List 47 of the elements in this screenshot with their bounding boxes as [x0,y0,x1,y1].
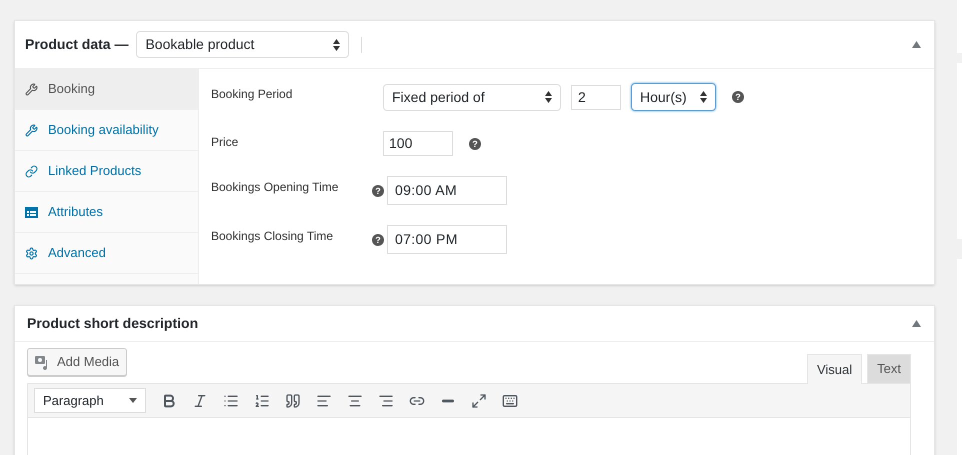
add-media-button[interactable]: Add Media [27,348,128,376]
fullscreen-icon[interactable] [471,392,487,408]
italic-icon[interactable] [192,392,208,408]
gear-icon [25,246,38,260]
help-tip[interactable]: ? [372,184,384,196]
help-tip[interactable]: ? [732,91,744,103]
panel-title: Product short description [27,314,198,333]
format-select[interactable]: Paragraph [34,388,146,413]
numbered-list-icon[interactable] [254,392,270,408]
product-data-tab[interactable]: Booking availability [15,110,198,151]
period-unit-select[interactable]: Hour(s) [631,83,716,111]
field-label: Bookings Opening Time [211,179,340,196]
collapse-caret-icon[interactable] [912,41,921,48]
collapse-caret-icon[interactable] [912,320,921,327]
updown-arrows-icon [545,91,552,103]
period-number-field[interactable]: 2 [571,84,621,110]
keyboard-icon[interactable] [502,392,518,408]
product-data-tab[interactable]: Advanced [15,233,198,274]
bullet-list-icon[interactable] [223,392,239,408]
editor-tab[interactable]: Text [867,354,911,383]
help-tip[interactable]: ? [469,138,481,150]
quote-icon[interactable] [285,392,301,408]
list-icon [25,206,38,218]
product-type-select[interactable]: Bookable product [136,31,350,58]
align-center-icon[interactable] [347,392,363,408]
field-label: Bookings Closing Time [211,228,334,245]
wrench-icon [25,124,38,136]
panel-title: Product data — [25,35,128,54]
bold-icon[interactable] [161,392,177,408]
field-label: Price [211,134,240,151]
caret-icon [129,398,137,403]
price-field[interactable]: 100 [383,131,453,156]
product-data-tab[interactable]: Booking [15,69,198,110]
time-field[interactable]: 07:00 PM [387,225,507,254]
wrench-icon [25,82,38,96]
updown-arrows-icon [333,38,340,50]
period-type-select[interactable]: Fixed period of [383,84,561,110]
field-label: Booking Period [211,86,294,103]
product-data-tab[interactable]: Attributes [15,192,198,233]
help-tip[interactable]: ? [372,234,384,246]
link-icon [25,164,38,178]
align-right-icon[interactable] [378,392,394,408]
time-field[interactable]: 09:00 AM [387,176,507,205]
align-left-icon[interactable] [316,392,332,408]
product-data-tab[interactable]: Linked Products [15,151,198,192]
updown-arrows-icon [700,91,707,103]
editor-tab[interactable]: Visual [806,354,862,384]
